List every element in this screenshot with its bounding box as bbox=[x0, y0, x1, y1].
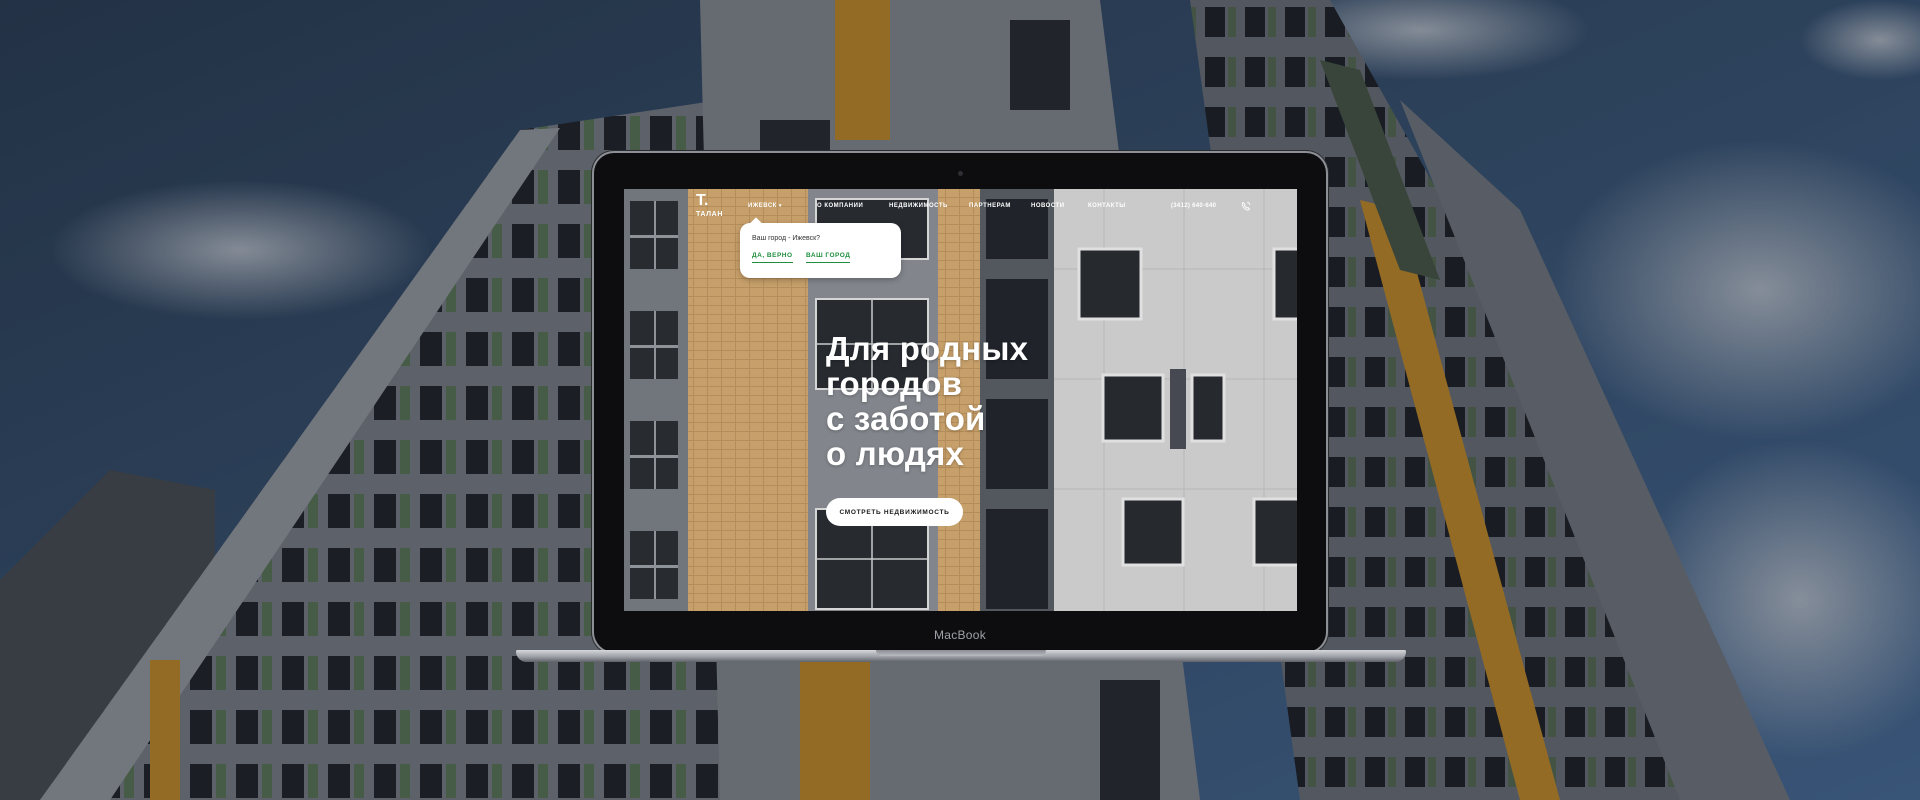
hero-title-line: городов bbox=[826, 365, 963, 402]
hero-title: Для родных городов с заботой о людях bbox=[826, 331, 1106, 471]
nav-city-select[interactable]: ИЖЕВСК ▾ bbox=[748, 203, 782, 209]
header-phone[interactable]: (3412) 640-640 bbox=[1171, 203, 1216, 209]
city-confirm-popup: Ваш город - Ижевск? ДА, ВЕРНО ВАШ ГОРОД bbox=[740, 217, 901, 278]
nav-item-company[interactable]: О КОМПАНИИ bbox=[817, 203, 863, 209]
hero-title-line: с заботой bbox=[826, 400, 986, 437]
phone-callback-icon[interactable] bbox=[1240, 200, 1252, 212]
hero-title-line: Для родных bbox=[826, 330, 1029, 367]
laptop-brand-label: MacBook bbox=[933, 628, 987, 642]
view-realty-button[interactable]: СМОТРЕТЬ НЕДВИЖИМОСТЬ bbox=[826, 498, 963, 526]
choose-city-button[interactable]: ВАШ ГОРОД bbox=[806, 252, 851, 263]
logo-mark[interactable]: T. bbox=[696, 193, 708, 209]
site-header: T. ТАЛАН ИЖЕВСК ▾ О КОМПАНИИ НЕДВИЖИМОСТЬ… bbox=[624, 189, 1297, 278]
chevron-down-icon: ▾ bbox=[778, 203, 782, 209]
nav-item-realty[interactable]: НЕДВИЖИМОСТЬ bbox=[889, 203, 948, 209]
nav-item-news[interactable]: НОВОСТИ bbox=[1031, 203, 1065, 209]
popup-arrow bbox=[750, 217, 762, 229]
webcam-dot bbox=[958, 171, 963, 176]
city-question: Ваш город - Ижевск? bbox=[752, 235, 821, 242]
laptop-hinge-notch bbox=[876, 650, 1046, 656]
logo-text[interactable]: ТАЛАН bbox=[696, 211, 723, 218]
nav-city-label: ИЖЕВСК bbox=[748, 203, 777, 209]
confirm-city-button[interactable]: ДА, ВЕРНО bbox=[752, 252, 793, 263]
hero-title-line: о людях bbox=[826, 435, 964, 472]
nav-item-partners[interactable]: ПАРТНЕРАМ bbox=[969, 203, 1011, 209]
laptop-chin: MacBook bbox=[594, 628, 1326, 652]
nav-item-contacts[interactable]: КОНТАКТЫ bbox=[1088, 203, 1126, 209]
laptop-screen: T. ТАЛАН ИЖЕВСК ▾ О КОМПАНИИ НЕДВИЖИМОСТЬ… bbox=[624, 189, 1297, 611]
